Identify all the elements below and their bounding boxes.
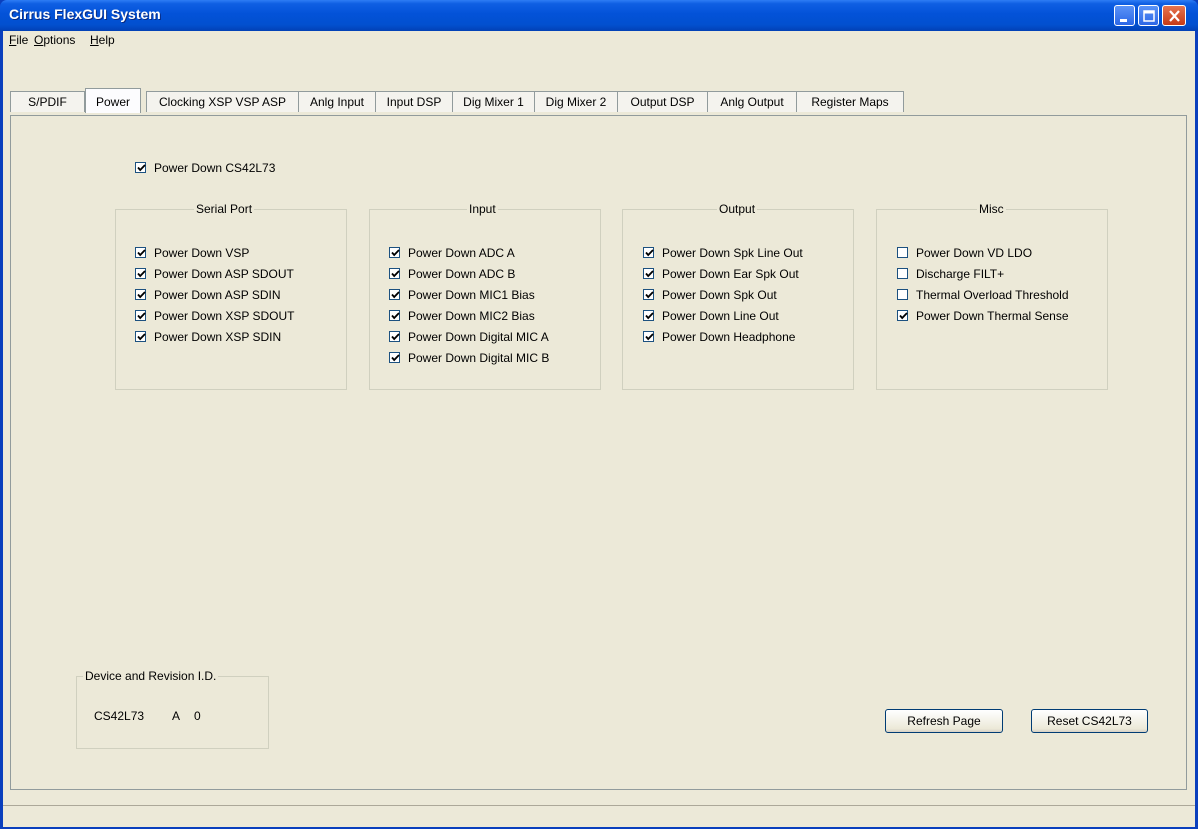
checkbox-box[interactable]	[135, 310, 146, 321]
tab-spdif[interactable]: S/PDIF	[10, 91, 85, 112]
checkmark-icon	[391, 312, 400, 320]
checkbox-label: Power Down Thermal Sense	[916, 309, 1069, 323]
checkbox-box[interactable]	[643, 331, 654, 342]
checkbox-label: Power Down Headphone	[662, 330, 796, 344]
menu-file[interactable]: File	[9, 33, 28, 47]
minimize-button[interactable]	[1114, 5, 1135, 26]
checkbox-box[interactable]	[135, 247, 146, 258]
menu-options[interactable]: Options	[34, 33, 75, 47]
checkmark-icon	[137, 270, 146, 278]
checkbox-label: Power Down VD LDO	[916, 246, 1033, 260]
checkbox-box[interactable]	[389, 268, 400, 279]
checkbox-label: Power Down ASP SDIN	[154, 288, 281, 302]
checkbox-box[interactable]	[643, 268, 654, 279]
menu-bar: File Options Help	[3, 31, 1195, 49]
menu-options-mnemonic: O	[34, 33, 44, 47]
checkmark-icon	[137, 333, 146, 341]
checkbox-label: Thermal Overload Threshold	[916, 288, 1069, 302]
maximize-icon	[1143, 10, 1155, 22]
refresh-page-button[interactable]: Refresh Page	[885, 709, 1003, 733]
tab-dig-mixer-2[interactable]: Dig Mixer 2	[534, 91, 618, 112]
checkmark-icon	[391, 291, 400, 299]
checkbox-box[interactable]	[389, 331, 400, 342]
title-bar[interactable]: Cirrus FlexGUI System	[0, 0, 1198, 31]
checkmark-icon	[899, 312, 908, 320]
checkmark-icon	[645, 312, 654, 320]
checkbox-label: Power Down ADC B	[408, 267, 516, 281]
tab-anlg-input[interactable]: Anlg Input	[298, 91, 376, 112]
checkbox-box[interactable]	[135, 162, 146, 173]
revision-letter: A	[172, 709, 181, 723]
reset-cs42l73-button[interactable]: Reset CS42L73	[1031, 709, 1148, 733]
checkbox-box[interactable]	[389, 247, 400, 258]
checkbox-label: Power Down XSP SDIN	[154, 330, 282, 344]
checkmark-icon	[137, 164, 146, 172]
minimize-icon	[1120, 19, 1127, 22]
menu-help[interactable]: Help	[90, 33, 115, 47]
group-title: Output	[717, 202, 758, 216]
checkmark-icon	[137, 291, 146, 299]
device-id: CS42L73	[94, 709, 145, 723]
tab-dig-mixer-1[interactable]: Dig Mixer 1	[452, 91, 535, 112]
tab-output-dsp[interactable]: Output DSP	[617, 91, 708, 112]
checkmark-icon	[391, 270, 400, 278]
checkmark-icon	[137, 312, 146, 320]
maximize-button[interactable]	[1138, 5, 1159, 26]
menu-help-label: elp	[98, 33, 115, 47]
checkbox-label: Power Down VSP	[154, 246, 250, 260]
menu-options-label: ptions	[43, 33, 76, 47]
checkbox-box[interactable]	[389, 289, 400, 300]
checkbox-label: Discharge FILT+	[916, 267, 1005, 281]
tab-input-dsp[interactable]: Input DSP	[375, 91, 453, 112]
checkbox-label: Power Down XSP SDOUT	[154, 309, 295, 323]
checkbox-box[interactable]	[135, 268, 146, 279]
checkbox-box[interactable]	[389, 352, 400, 363]
checkbox-label: Power Down MIC1 Bias	[408, 288, 535, 302]
tab-clocking[interactable]: Clocking XSP VSP ASP	[146, 91, 299, 112]
checkbox-box[interactable]	[897, 289, 908, 300]
group-title: Serial Port	[194, 202, 255, 216]
tab-register-maps[interactable]: Register Maps	[796, 91, 904, 112]
checkbox-box[interactable]	[643, 247, 654, 258]
window-title: Cirrus FlexGUI System	[9, 6, 161, 22]
checkbox-label: Power Down Digital MIC A	[408, 330, 549, 344]
checkbox-box[interactable]	[897, 268, 908, 279]
checkmark-icon	[391, 249, 400, 257]
checkbox-label: Power Down ADC A	[408, 246, 515, 260]
checkbox-label: Power Down Line Out	[662, 309, 779, 323]
checkbox-label: Power Down Spk Line Out	[662, 246, 803, 260]
app-window: Cirrus FlexGUI System File Options Help …	[0, 0, 1198, 829]
menu-file-label: ile	[16, 33, 29, 47]
tab-anlg-output[interactable]: Anlg Output	[707, 91, 797, 112]
checkbox-label: Power Down Digital MIC B	[408, 351, 550, 365]
menu-help-mnemonic: H	[90, 33, 99, 47]
checkbox-box[interactable]	[643, 310, 654, 321]
checkbox-label: Power Down ASP SDOUT	[154, 267, 294, 281]
checkbox-box[interactable]	[389, 310, 400, 321]
checkbox-box[interactable]	[897, 247, 908, 258]
checkmark-icon	[391, 354, 400, 362]
power-down-cs42l73-label: Power Down CS42L73	[154, 161, 276, 175]
checkbox-box[interactable]	[135, 331, 146, 342]
checkmark-icon	[137, 249, 146, 257]
group-title: Device and Revision I.D.	[83, 669, 219, 683]
checkmark-icon	[645, 333, 654, 341]
checkbox-label: Power Down Ear Spk Out	[662, 267, 799, 281]
checkmark-icon	[645, 270, 654, 278]
checkbox-box[interactable]	[135, 289, 146, 300]
revision-number: 0	[194, 709, 201, 723]
tab-power[interactable]: Power	[85, 88, 141, 113]
checkmark-icon	[391, 333, 400, 341]
checkbox-label: Power Down Spk Out	[662, 288, 777, 302]
checkbox-box[interactable]	[897, 310, 908, 321]
close-icon	[1169, 10, 1180, 22]
close-button[interactable]	[1162, 5, 1186, 26]
checkmark-icon	[645, 249, 654, 257]
checkmark-icon	[645, 291, 654, 299]
group-title: Misc	[977, 202, 1006, 216]
checkbox-label: Power Down MIC2 Bias	[408, 309, 535, 323]
checkbox-box[interactable]	[643, 289, 654, 300]
group-title: Input	[467, 202, 498, 216]
status-bar	[3, 805, 1195, 827]
